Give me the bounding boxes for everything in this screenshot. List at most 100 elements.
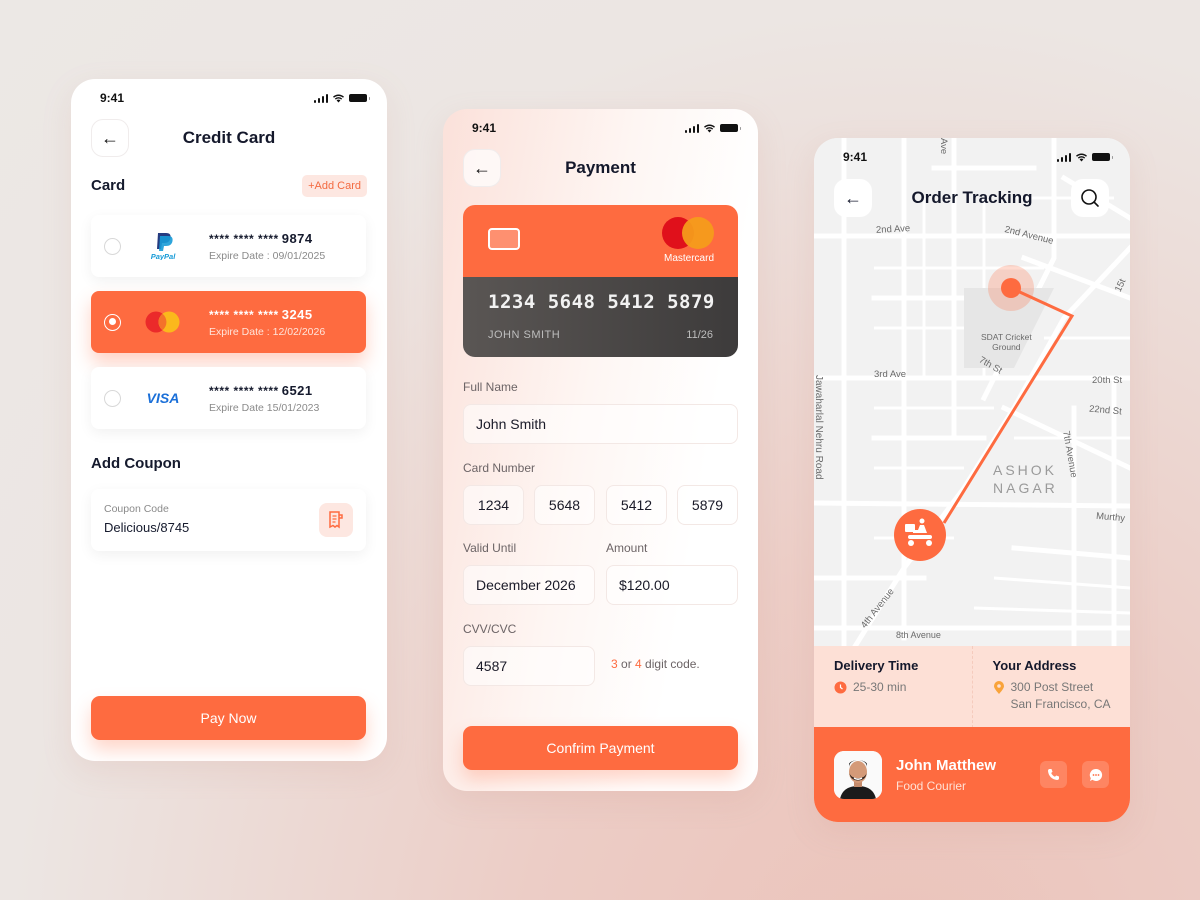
address-label: Your Address (992, 658, 1077, 673)
map-label: Jawaharlal Nehru Road (814, 375, 824, 480)
back-button[interactable]: ← (91, 119, 129, 157)
card-expiry-display: 11/26 (686, 329, 713, 341)
signal-icon (684, 123, 699, 133)
expire-label: Expire Date : (209, 249, 270, 262)
radio-button[interactable] (104, 237, 121, 255)
card-number-input-3[interactable]: 5412 (606, 485, 667, 525)
expire-date: 12/02/2026 (272, 325, 326, 338)
delivery-info-panel: Delivery Time 25-30 min Your Address 300… (814, 646, 1130, 728)
card-last4: 3245 (281, 306, 313, 322)
card-chip-icon (488, 228, 520, 250)
card-option-mastercard[interactable]: **** **** **** 3245 Expire Date : 12/02/2… (91, 291, 366, 353)
search-button[interactable] (1071, 179, 1109, 217)
coupon-value: Delicious/8745 (104, 520, 190, 535)
map-label: 8th Avenue (896, 630, 941, 640)
expire-label: Expire Date (209, 401, 264, 414)
card-masked: **** **** **** (209, 231, 279, 246)
radio-button[interactable] (104, 389, 121, 407)
order-tracking-screen: Ave 2nd Ave 2nd Avenue 15t SDAT Cricket G… (814, 138, 1130, 822)
destination-marker[interactable] (1001, 278, 1021, 298)
card-last4: 9874 (281, 230, 313, 246)
confirm-payment-button[interactable]: Confrim Payment (463, 726, 738, 770)
paypal-logo-icon: PayPal (133, 232, 193, 260)
amount-label: Amount (606, 541, 648, 555)
card-section-title: Card (91, 177, 126, 194)
page-title: Credit Card (182, 128, 276, 147)
receipt-icon[interactable] (319, 503, 353, 537)
status-time: 9:41 (100, 91, 125, 105)
delivery-time: 25-30 min (853, 680, 907, 694)
svg-text:PayPal: PayPal (151, 252, 177, 260)
cvv-hint: 3 or 4 digit code. (611, 657, 700, 671)
expire-date: 15/01/2023 (266, 401, 320, 414)
clock-icon (834, 681, 847, 694)
card-number-input-4[interactable]: 5879 (677, 485, 738, 525)
map-label: 20th St (1092, 375, 1123, 386)
card-last4: 6521 (281, 382, 313, 398)
battery-icon (349, 94, 370, 102)
card-number-input-1[interactable]: 1234 (463, 485, 524, 525)
delivery-time-label: Delivery Time (834, 658, 919, 673)
cvv-label: CVV/CVC (463, 622, 517, 636)
valid-until-label: Valid Until (463, 541, 517, 555)
courier-role: Food Courier (896, 778, 967, 793)
credit-card-preview: Mastercard 1234 5648 5412 5879 JOHN SMIT… (463, 205, 738, 357)
wifi-icon (704, 124, 715, 133)
address-line-2: San Francisco, CA (1010, 697, 1111, 712)
signal-icon (313, 93, 328, 103)
cvv-input[interactable]: 4587 (463, 646, 595, 686)
coupon-label: Coupon Code (104, 503, 169, 515)
call-button[interactable] (1040, 761, 1067, 788)
page-title: Payment (565, 158, 636, 177)
wifi-icon (1076, 153, 1087, 162)
chat-bubble-icon (1089, 768, 1102, 781)
map-label-ground: SDAT Cricket Ground (981, 332, 1032, 352)
phone-icon (1048, 769, 1059, 780)
amount-input[interactable]: $120.00 (606, 565, 738, 605)
expire-date: 09/01/2025 (272, 249, 326, 262)
message-button[interactable] (1082, 761, 1109, 788)
card-option-visa[interactable]: VISA **** **** **** 6521 Expire Date 15/0… (91, 367, 366, 429)
card-brand-label: Mastercard (663, 253, 714, 264)
arrow-left-icon: ← (473, 157, 491, 178)
courier-name: John Matthew (896, 756, 996, 774)
map-label: ASHOK (993, 462, 1058, 478)
card-masked: **** **** **** (209, 383, 279, 398)
address-line-1: 300 Post Street (1010, 680, 1094, 694)
credit-card-screen: 9:41 ← Credit Card Card +Add Card PayPal… (71, 79, 387, 761)
coupon-field[interactable]: Coupon Code Delicious/8745 (91, 489, 366, 551)
radio-button-selected[interactable] (104, 313, 121, 331)
coupon-section-title: Add Coupon (91, 455, 181, 472)
mastercard-logo-icon (662, 217, 714, 249)
status-bar: 9:41 (71, 89, 387, 107)
payment-screen: 9:41 ← Payment Mastercard 1234 5648 5412… (443, 109, 758, 791)
signal-icon (1056, 152, 1071, 162)
valid-until-input[interactable]: December 2026 (463, 565, 595, 605)
battery-icon (1092, 153, 1113, 161)
courier-avatar (834, 750, 882, 799)
card-option-paypal[interactable]: PayPal **** **** **** 9874 Expire Date : … (91, 215, 366, 277)
mastercard-logo-icon (133, 311, 193, 333)
card-number-display: 1234 5648 5412 5879 (488, 291, 715, 313)
map-label: 3rd Ave (874, 369, 907, 380)
visa-logo-icon: VISA (146, 390, 180, 406)
back-button[interactable]: ← (463, 149, 501, 187)
card-holder-display: JOHN SMITH (488, 329, 561, 341)
map-label: 2nd Ave (875, 223, 911, 236)
pay-now-button[interactable]: Pay Now (91, 696, 366, 740)
full-name-input[interactable]: John Smith (463, 404, 738, 444)
map-label: NAGAR (993, 480, 1058, 496)
wifi-icon (333, 94, 344, 103)
expire-label: Expire Date : (209, 325, 270, 338)
card-number-input-2[interactable]: 5648 (534, 485, 595, 525)
full-name-label: Full Name (463, 380, 518, 394)
location-pin-icon (993, 681, 1004, 694)
status-bar: 9:41 (814, 148, 1130, 166)
card-masked: **** **** **** (209, 307, 279, 322)
battery-icon (720, 124, 741, 132)
arrow-left-icon: ← (101, 127, 119, 148)
add-card-button[interactable]: +Add Card (302, 175, 367, 197)
card-number-label: Card Number (463, 461, 536, 475)
status-bar: 9:41 (443, 119, 758, 137)
status-time: 9:41 (843, 150, 868, 164)
